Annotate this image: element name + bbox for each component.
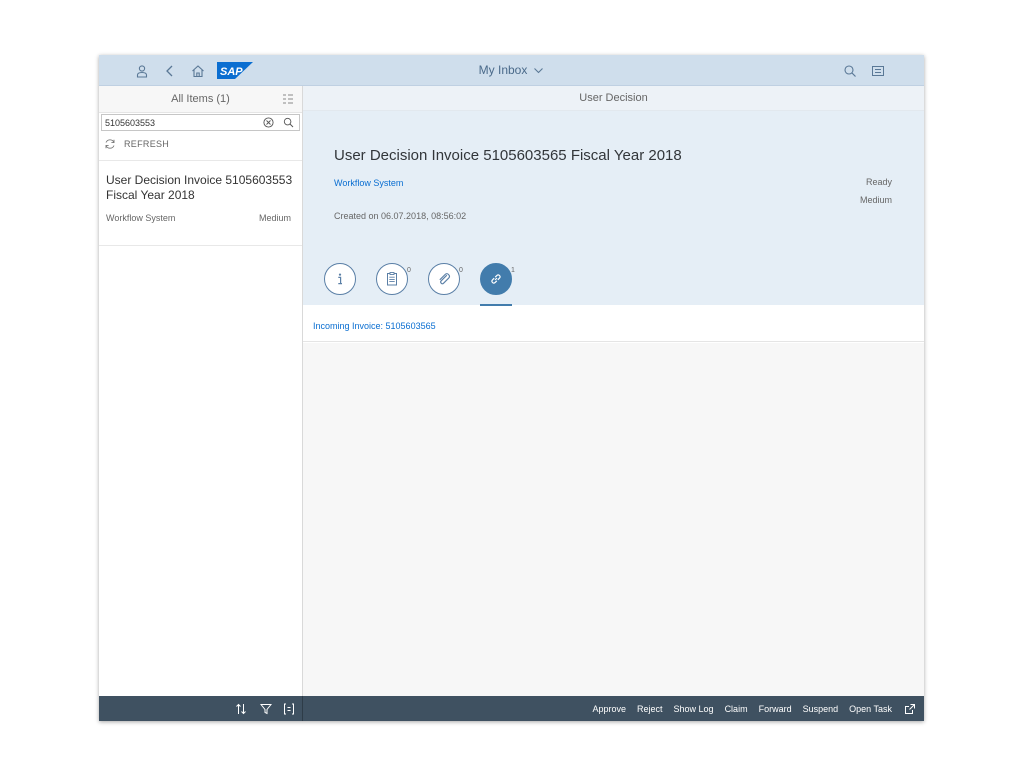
notes-icon xyxy=(387,272,397,286)
detail-page-title: User Decision xyxy=(303,86,924,111)
master-list-pane: All Items (1) REFRESH User Decision Invo… xyxy=(99,86,303,696)
app-title: My Inbox xyxy=(478,63,528,77)
search-field xyxy=(101,114,300,131)
list-item-system: Workflow System xyxy=(106,213,176,223)
group-icon[interactable] xyxy=(283,703,295,715)
attachment-icon xyxy=(439,273,451,285)
my-inbox-app: SAP My Inbox All Items (1) REFRESH xyxy=(99,55,924,721)
sort-icon[interactable] xyxy=(235,703,247,715)
reject-button[interactable]: Reject xyxy=(637,704,663,714)
search-input[interactable] xyxy=(105,116,255,129)
refresh-label: REFRESH xyxy=(124,139,170,149)
filter-icon[interactable] xyxy=(260,703,272,715)
created-on-text: Created on 06.07.2018, 08:56:02 xyxy=(334,211,467,221)
list-item-priority: Medium xyxy=(258,213,291,223)
status-text: Ready xyxy=(865,177,892,187)
tab-related-objects[interactable] xyxy=(480,263,512,295)
shell-bar: SAP My Inbox xyxy=(99,55,924,86)
notes-count: 0 xyxy=(407,267,411,274)
chevron-down-icon xyxy=(534,67,544,73)
list-item-title: User Decision Invoice 5105603553 Fiscal … xyxy=(106,173,293,202)
action-buttons: Approve Reject Show Log Claim Forward Su… xyxy=(581,696,916,721)
master-footer xyxy=(99,696,303,721)
related-object-row: Incoming Invoice: 5105603565 xyxy=(303,308,924,342)
detail-pane: User Decision User Decision Invoice 5105… xyxy=(303,86,924,696)
items-count-title: All Items (1) xyxy=(171,93,230,105)
search-icon[interactable] xyxy=(283,117,294,128)
refresh-icon xyxy=(105,139,115,149)
task-title: User Decision Invoice 5105603565 Fiscal … xyxy=(334,147,682,164)
clear-search-icon[interactable] xyxy=(263,117,274,128)
list-settings-icon[interactable] xyxy=(282,93,294,105)
tab-attachments[interactable] xyxy=(428,263,460,295)
tab-notes[interactable] xyxy=(376,263,408,295)
list-item[interactable]: User Decision Invoice 5105603553 Fiscal … xyxy=(99,160,302,246)
link-icon xyxy=(491,274,501,284)
detail-content-area xyxy=(303,343,924,696)
active-tab-indicator xyxy=(480,304,512,306)
forward-button[interactable]: Forward xyxy=(759,704,792,714)
search-icon[interactable] xyxy=(842,63,857,78)
priority-text: Medium xyxy=(859,195,892,205)
detail-footer-toolbar: Approve Reject Show Log Claim Forward Su… xyxy=(303,696,924,721)
shell-title-wrap: My Inbox xyxy=(99,63,924,77)
app-title-menu[interactable]: My Inbox xyxy=(479,63,545,77)
tab-info[interactable] xyxy=(324,263,356,295)
master-header: All Items (1) xyxy=(99,86,302,113)
open-task-button[interactable]: Open Task xyxy=(849,704,892,714)
claim-button[interactable]: Claim xyxy=(725,704,748,714)
refresh-button[interactable]: REFRESH xyxy=(104,138,169,150)
notifications-icon[interactable] xyxy=(870,63,885,78)
show-log-button[interactable]: Show Log xyxy=(674,704,714,714)
approve-button[interactable]: Approve xyxy=(592,704,626,714)
related-objects-count: 1 xyxy=(511,267,515,274)
related-object-link[interactable]: Incoming Invoice: 5105603565 xyxy=(313,321,436,331)
suspend-button[interactable]: Suspend xyxy=(803,704,839,714)
info-icon xyxy=(338,273,342,285)
attachments-count: 0 xyxy=(459,267,463,274)
system-link[interactable]: Workflow System xyxy=(334,178,403,188)
share-icon[interactable] xyxy=(904,703,916,715)
object-header: User Decision Invoice 5105603565 Fiscal … xyxy=(303,111,924,306)
